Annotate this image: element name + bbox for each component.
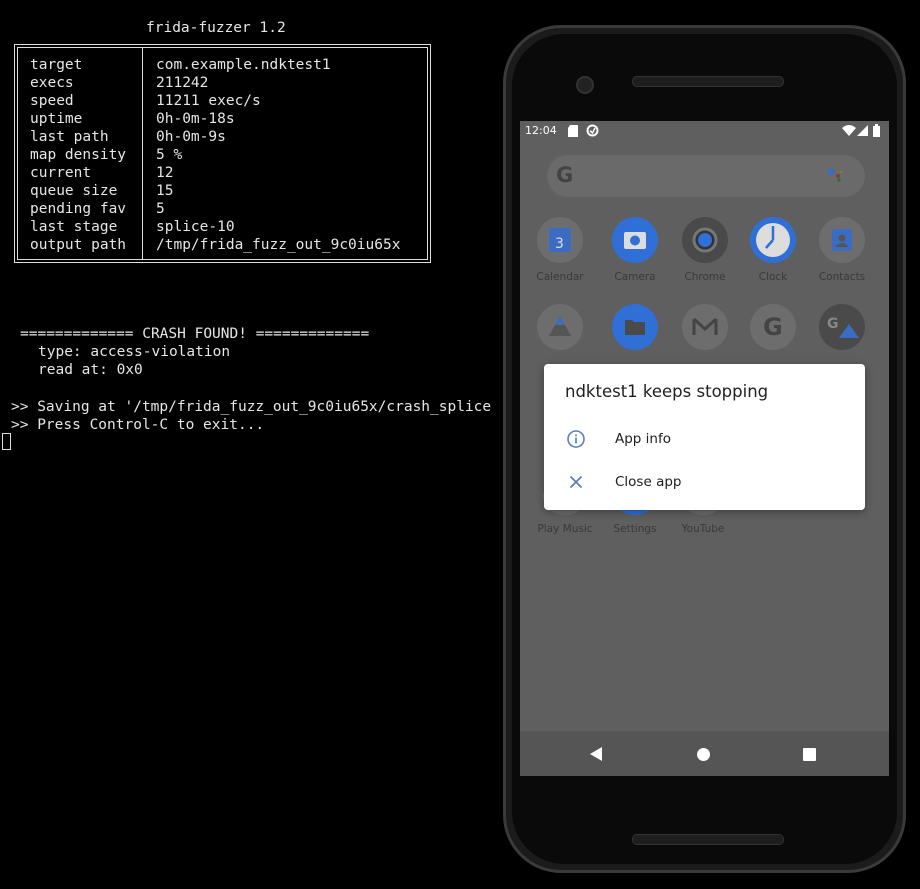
close-app-option[interactable]: Close app: [544, 463, 865, 503]
app-info-label: App info: [615, 431, 671, 447]
stat-key: output path: [30, 237, 127, 253]
stat-row: output path/tmp/frida_fuzz_out_9c0iu65x: [18, 236, 427, 254]
stat-row: pending fav 5: [18, 200, 427, 218]
recents-icon[interactable]: [803, 748, 816, 761]
front-camera: [576, 76, 594, 94]
app-label: Clock: [758, 271, 788, 283]
files-icon: [612, 304, 658, 350]
contacts-icon: [819, 217, 865, 263]
google-logo: G: [556, 163, 574, 187]
signal-icon: [857, 125, 868, 136]
stat-row: current 12: [18, 164, 427, 182]
app-calendar[interactable]: 3 Calendar: [530, 217, 590, 283]
camera-icon: [612, 217, 658, 263]
stat-row: uptime 0h-0m-18s: [18, 110, 427, 128]
exit-message: >> Press Control-C to exit...: [11, 417, 265, 433]
phone-screen: 12:04 G 3 Calendar Camera Chrome Clock Contac…: [520, 121, 889, 776]
wifi-icon: [842, 125, 856, 136]
save-message: >> Saving at '/tmp/frida_fuzz_out_9c0iu6…: [11, 399, 492, 415]
app-contacts[interactable]: Contacts: [812, 217, 872, 283]
home-icon[interactable]: [697, 748, 710, 761]
crash-header: ============= CRASH FOUND! =============: [20, 326, 370, 342]
stat-row: last path 0h-0m-9s: [18, 128, 427, 146]
stat-value: 211242: [156, 75, 209, 91]
stat-key: queue size: [30, 183, 118, 199]
stat-key: last stage: [30, 219, 118, 235]
sync-icon: [586, 124, 599, 137]
terminal-cursor[interactable]: [2, 433, 11, 450]
close-app-label: Close app: [615, 474, 682, 490]
stat-key: map density: [30, 147, 127, 163]
app-drive[interactable]: [530, 304, 590, 350]
dialog-title: ndktest1 keeps stopping: [565, 382, 769, 401]
chrome-icon: [682, 217, 728, 263]
crash-type: type: access-violation: [38, 344, 231, 360]
app-label: Contacts: [818, 271, 866, 283]
stats-table: target com.example.ndktest1 execs 211242 spe…: [14, 44, 431, 263]
stat-key: current: [30, 165, 92, 181]
app-files[interactable]: [605, 304, 665, 350]
calendar-icon: 3: [537, 217, 583, 263]
clock-icon: [750, 217, 796, 263]
app-label: YouTube: [681, 523, 725, 535]
stat-value: com.example.ndktest1: [156, 57, 331, 73]
google-search-bar[interactable]: G: [547, 155, 865, 197]
stat-key: uptime: [30, 111, 83, 127]
stat-row: last stage splice-10: [18, 218, 427, 236]
gmail-icon: [682, 304, 728, 350]
app-camera[interactable]: Camera: [605, 217, 665, 283]
info-icon: [567, 430, 585, 448]
battery-icon: [873, 124, 880, 137]
stat-value: splice-10: [156, 219, 235, 235]
svg-text:G: G: [827, 316, 839, 332]
top-speaker: [632, 76, 784, 87]
app-info-option[interactable]: App info: [544, 420, 865, 460]
stat-key: execs: [30, 75, 74, 91]
status-bar: 12:04: [520, 121, 889, 141]
app-label: Camera: [614, 271, 656, 283]
stat-value: 5: [156, 201, 165, 217]
terminal-title: frida-fuzzer 1.2: [146, 20, 286, 36]
google-icon: G: [750, 304, 796, 350]
stat-value: 12: [156, 165, 174, 181]
stat-row: queue size 15: [18, 182, 427, 200]
app-clock[interactable]: Clock: [743, 217, 803, 283]
stat-value: 15: [156, 183, 174, 199]
stat-value: /tmp/frida_fuzz_out_9c0iu65x: [156, 237, 401, 253]
stat-key: last path: [30, 129, 109, 145]
crash-read-address: read at: 0x0: [38, 362, 143, 378]
stat-row: execs 211242: [18, 74, 427, 92]
stat-key: pending fav: [30, 201, 127, 217]
maps-icon: G: [819, 304, 865, 350]
stat-row: target com.example.ndktest1: [18, 56, 427, 74]
app-label: Play Music: [537, 523, 593, 535]
stat-row: speed 11211 exec/s: [18, 92, 427, 110]
stat-key: target: [30, 57, 83, 73]
assistant-icon[interactable]: [827, 168, 845, 182]
stat-value: 11211 exec/s: [156, 93, 261, 109]
crash-dialog: ndktest1 keeps stopping App info Close a…: [544, 364, 865, 510]
drive-icon: [537, 304, 583, 350]
stat-value: 0h-0m-9s: [156, 129, 226, 145]
app-google[interactable]: G: [743, 304, 803, 350]
stat-value: 0h-0m-18s: [156, 111, 235, 127]
app-label: Settings: [613, 523, 657, 535]
svg-text:3: 3: [555, 236, 564, 252]
app-gmail[interactable]: [675, 304, 735, 350]
close-icon: [569, 475, 583, 489]
app-maps[interactable]: G: [812, 304, 872, 350]
app-chrome[interactable]: Chrome: [675, 217, 735, 283]
back-icon[interactable]: [590, 747, 602, 761]
bottom-speaker: [632, 834, 784, 845]
app-label: Chrome: [684, 271, 726, 283]
stat-key: speed: [30, 93, 74, 109]
stat-row: map density 5 %: [18, 146, 427, 164]
stat-value: 5 %: [156, 147, 183, 163]
navigation-bar: [520, 731, 889, 776]
app-label: Calendar: [536, 271, 584, 283]
status-time: 12:04: [525, 124, 557, 137]
sd-card-icon: [568, 125, 578, 137]
